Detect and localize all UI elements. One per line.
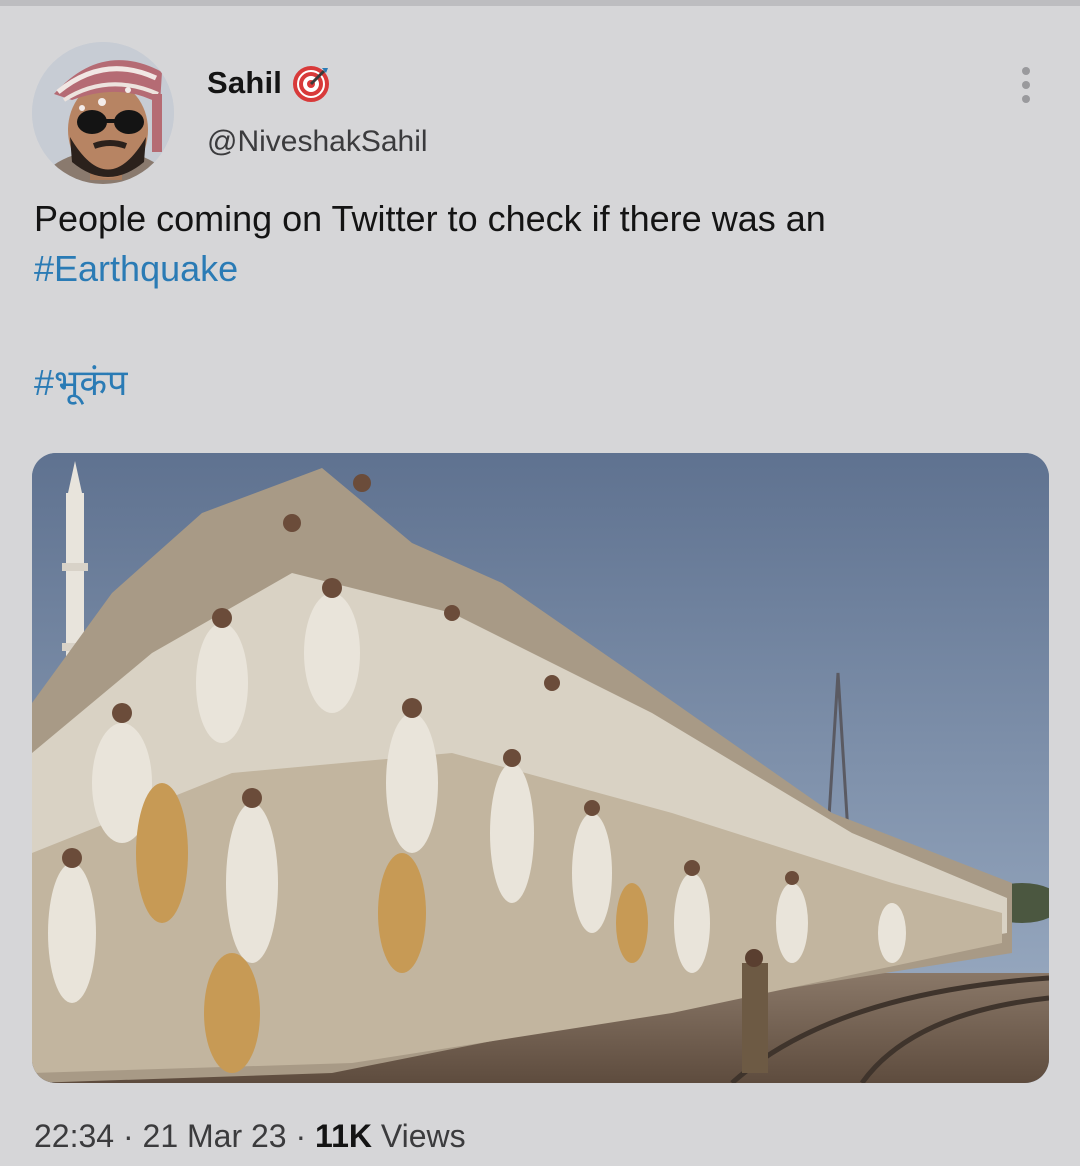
- avatar-image: [32, 42, 174, 184]
- views-count[interactable]: 11K: [315, 1118, 372, 1154]
- tweet-text: People coming on Twitter to check if the…: [34, 194, 1034, 294]
- tweet-text-line: People coming on Twitter to check if the…: [34, 198, 826, 239]
- hashtag-earthquake-link[interactable]: #Earthquake: [34, 248, 238, 289]
- avatar[interactable]: [32, 42, 174, 184]
- more-vertical-icon[interactable]: [1012, 66, 1040, 104]
- author-handle[interactable]: @NiveshakSahil: [207, 125, 428, 159]
- crowded-train-photo: [32, 453, 1049, 1083]
- author-display-name[interactable]: Sahil: [207, 65, 282, 101]
- tweet-date[interactable]: 21 Mar 23: [143, 1118, 287, 1154]
- author-name-row[interactable]: Sahil: [207, 64, 330, 102]
- top-divider: [0, 0, 1080, 6]
- tweet-time[interactable]: 22:34: [34, 1118, 114, 1154]
- tweet-meta: 22:34 · 21 Mar 23 · 11K Views: [34, 1118, 466, 1155]
- tweet-photo[interactable]: [32, 453, 1049, 1083]
- hashtag-hindi-link[interactable]: #भूकंप: [34, 357, 127, 406]
- views-label: Views: [371, 1118, 466, 1154]
- target-icon: [293, 66, 330, 102]
- meta-separator: ·: [114, 1118, 143, 1154]
- meta-separator: ·: [286, 1118, 316, 1154]
